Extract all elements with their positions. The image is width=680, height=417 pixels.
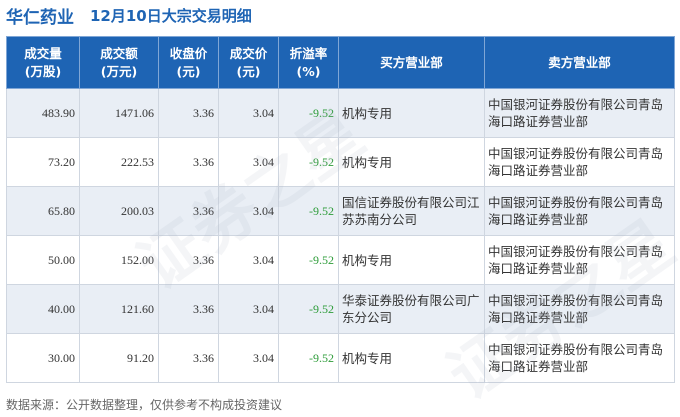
cell-close: 3.36 [158,137,219,187]
cell-volume: 40.00 [6,284,80,334]
data-source-note: 数据来源：公开数据整理，仅供参考不构成投资建议 [6,398,283,412]
cell-premium: -9.52 [278,186,339,236]
table-row: 65.80 200.03 3.36 3.04 -9.52 国信证券股份有限公司江苏苏南分公… [6,186,675,236]
column-header-buyer: 买方营业部 [338,36,485,89]
cell-price: 3.04 [218,186,279,236]
cell-volume: 50.00 [6,235,80,285]
column-header-seller: 卖方营业部 [484,36,675,89]
cell-price: 3.04 [218,88,279,138]
cell-volume: 65.80 [6,186,80,236]
cell-buyer: 机构专用 [338,235,485,285]
cell-amount: 121.60 [79,284,159,334]
cell-close: 3.36 [158,186,219,236]
table-row: 50.00 152.00 3.36 3.04 -9.52 机构专用 中国银河证券股份有限公司… [6,235,675,285]
cell-volume: 30.00 [6,333,80,383]
column-header-premium: 折溢率 (%) [278,36,339,89]
cell-price: 3.04 [218,137,279,187]
page-title: 华仁药业 12月10日大宗交易明细 [6,3,252,28]
cell-buyer: 机构专用 [338,88,485,138]
table-row: 483.90 1471.06 3.36 3.04 -9.52 机构专用 中国银河证券股份有限… [6,88,675,138]
table-row: 40.00 121.60 3.36 3.04 -9.52 华泰证券股份有限公司广东分公司中… [6,284,675,334]
cell-price: 3.04 [218,284,279,334]
table-row: 30.00 91.20 3.36 3.04 -9.52 机构专用 中国银河证券股份有限公司青… [6,333,675,383]
cell-buyer: 国信证券股份有限公司江苏苏南分公司 [338,186,485,236]
cell-amount: 200.03 [79,186,159,236]
column-header-close: 收盘价 (元) [158,36,219,89]
column-header-volume: 成交量 (万股) [6,36,80,89]
cell-premium: -9.52 [278,88,339,138]
cell-premium: -9.52 [278,137,339,187]
cell-amount: 222.53 [79,137,159,187]
cell-buyer: 华泰证券股份有限公司广东分公司 [338,284,485,334]
cell-volume: 483.90 [6,88,80,138]
cell-premium: -9.52 [278,235,339,285]
cell-close: 3.36 [158,284,219,334]
cell-seller: 中国银河证券股份有限公司青岛海口路证券营业部 [484,235,675,285]
block-trade-table: 成交量 (万股) 成交额 (万元) 收盘价 (元) 成交价 (元) 折溢率 (%) 买方营… [6,36,675,383]
cell-buyer: 机构专用 [338,137,485,187]
column-header-amount: 成交额 (万元) [79,36,159,89]
cell-amount: 152.00 [79,235,159,285]
cell-seller: 中国银河证券股份有限公司青岛海口路证券营业部 [484,284,675,334]
table-subtitle: 12月10日大宗交易明细 [90,6,252,25]
cell-amount: 1471.06 [79,88,159,138]
stock-name: 华仁药业 [6,7,74,28]
column-header-price: 成交价 (元) [218,36,279,89]
cell-close: 3.36 [158,333,219,383]
cell-seller: 中国银河证券股份有限公司青岛海口路证券营业部 [484,137,675,187]
cell-amount: 91.20 [79,333,159,383]
cell-premium: -9.52 [278,284,339,334]
cell-premium: -9.52 [278,333,339,383]
cell-close: 3.36 [158,88,219,138]
cell-price: 3.04 [218,333,279,383]
cell-close: 3.36 [158,235,219,285]
cell-seller: 中国银河证券股份有限公司青岛海口路证券营业部 [484,88,675,138]
cell-volume: 73.20 [6,137,80,187]
cell-buyer: 机构专用 [338,333,485,383]
cell-seller: 中国银河证券股份有限公司青岛海口路证券营业部 [484,186,675,236]
cell-seller: 中国银河证券股份有限公司青岛海口路证券营业部 [484,333,675,383]
table-header-row: 成交量 (万股) 成交额 (万元) 收盘价 (元) 成交价 (元) 折溢率 (%) 买方营… [6,36,675,89]
cell-price: 3.04 [218,235,279,285]
table-row: 73.20 222.53 3.36 3.04 -9.52 机构专用 中国银河证券股份有限公司… [6,137,675,187]
